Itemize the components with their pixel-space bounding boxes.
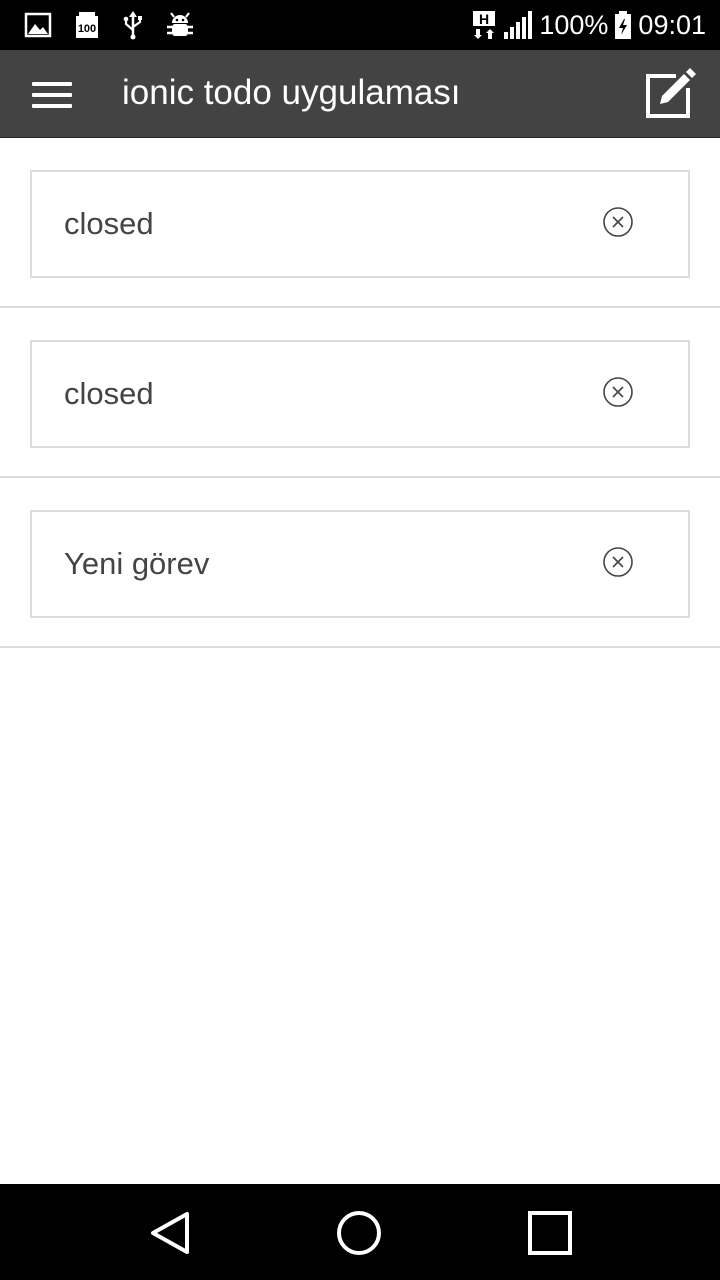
app-header: ionic todo uygulaması	[0, 50, 720, 138]
navigation-bar	[0, 1184, 720, 1280]
todo-item: closed	[0, 138, 720, 308]
hamburger-menu-icon-line	[32, 104, 72, 108]
todo-text[interactable]: Yeni görev	[64, 512, 209, 616]
hamburger-menu-icon-line	[32, 82, 72, 86]
signal-icon	[504, 11, 533, 39]
todo-item: closed	[0, 308, 720, 478]
todo-text[interactable]: closed	[64, 172, 154, 276]
close-circle-icon[interactable]	[602, 206, 634, 238]
clock: 09:01	[638, 10, 706, 40]
page-title: ionic todo uygulaması	[122, 73, 461, 112]
back-triangle-icon[interactable]	[145, 1208, 195, 1258]
system-status: H 100% 09:01	[471, 8, 706, 42]
todo-text[interactable]: closed	[64, 342, 154, 446]
menu-button[interactable]	[22, 70, 82, 118]
status-bar: 100 H 100% 09:01	[0, 0, 720, 50]
todo-item: Yeni görev	[0, 478, 720, 648]
app-screen: 100 H 100% 09:01 ionic todo uygulaması c…	[0, 0, 720, 1280]
network-h-icon: H	[473, 11, 496, 39]
android-debug-icon	[167, 12, 193, 36]
usb-icon	[123, 11, 142, 40]
hamburger-menu-icon-line	[32, 93, 72, 97]
storage-100-icon: 100	[76, 12, 98, 38]
close-circle-icon[interactable]	[602, 376, 634, 408]
svg-text:100: 100	[78, 23, 96, 35]
todo-list: closed closed Yeni görev	[0, 138, 720, 648]
image-icon	[24, 12, 52, 38]
close-circle-icon[interactable]	[602, 546, 634, 578]
home-circle-icon[interactable]	[334, 1208, 384, 1258]
battery-icon	[615, 11, 632, 39]
todo-input[interactable]: closed	[30, 170, 690, 278]
todo-input[interactable]: Yeni görev	[30, 510, 690, 618]
svg-text:H: H	[479, 11, 489, 27]
compose-edit-icon	[646, 68, 696, 118]
notification-icons: 100	[24, 10, 194, 40]
todo-input[interactable]: closed	[30, 340, 690, 448]
add-todo-button[interactable]	[642, 66, 698, 122]
battery-percentage: 100%	[539, 10, 609, 40]
recents-square-icon[interactable]	[525, 1208, 575, 1258]
